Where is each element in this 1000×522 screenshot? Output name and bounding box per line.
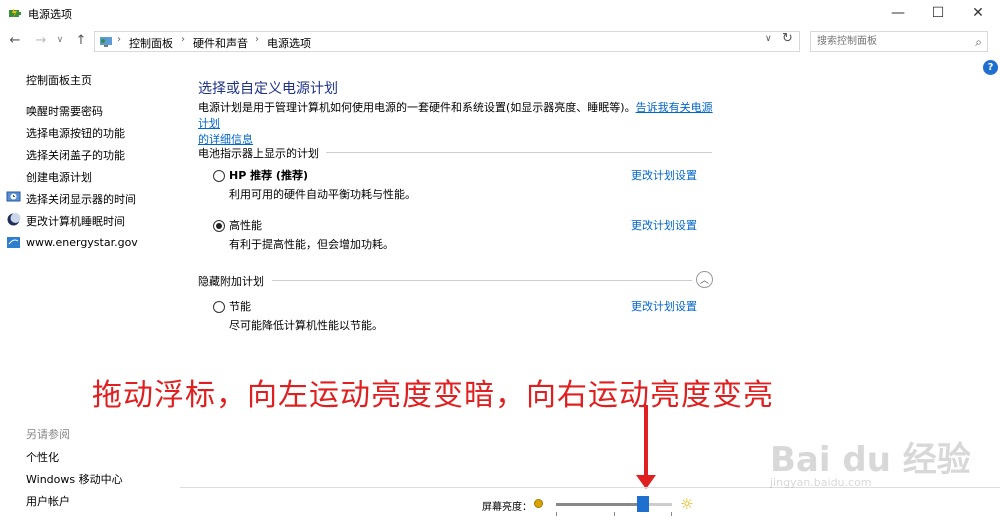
watermark-url: jingyan.baidu.com: [770, 476, 872, 489]
breadcrumb-hardware-sound[interactable]: 硬件和声音: [193, 35, 248, 51]
plan-name-power-saver: 节能: [229, 300, 251, 313]
chevron-down-icon[interactable]: ∨: [765, 34, 772, 44]
search-input[interactable]: [817, 34, 967, 49]
plan-radio-power-saver[interactable]: [213, 301, 225, 313]
address-bar[interactable]: › 控制面板 › 硬件和声音 › 电源选项 ∨: [94, 31, 800, 52]
dim-brightness-icon: [534, 499, 543, 508]
red-arrow-icon: [644, 405, 648, 483]
breadcrumb-separator: ›: [117, 34, 121, 45]
window-title: 电源选项: [28, 8, 72, 21]
breadcrumb-separator: ›: [181, 34, 185, 45]
nav-sleep-time[interactable]: 更改计算机睡眠时间: [26, 213, 125, 229]
section-hidden-plans: 隐藏附加计划: [198, 275, 264, 288]
plan-radio-high-performance[interactable]: [213, 220, 225, 232]
chevron-up-icon[interactable]: ︿: [696, 271, 713, 288]
close-button[interactable]: ✕: [961, 0, 995, 26]
bright-sun-icon: ☼: [680, 495, 694, 513]
energy-star-icon: [7, 237, 20, 248]
brightness-slider-thumb[interactable]: [637, 496, 649, 512]
plan-name-hp-recommended: HP 推荐 (推荐): [229, 169, 308, 182]
nav-control-panel-home[interactable]: 控制面板主页: [26, 72, 92, 88]
nav-lid-close-function[interactable]: 选择关闭盖子的功能: [26, 147, 125, 163]
section-battery-meter-plans: 电池指示器上显示的计划: [198, 147, 319, 160]
plan-desc-hp-recommended: 利用可用的硬件自动平衡功耗与性能。: [229, 188, 416, 201]
page-description: 电源计划是用于管理计算机如何使用电源的一套硬件和系统设置(如显示器亮度、睡眠等)…: [198, 100, 718, 148]
recent-locations-icon[interactable]: ∨: [54, 31, 66, 49]
search-icon[interactable]: ⌕: [975, 35, 982, 50]
change-plan-settings-link[interactable]: 更改计划设置: [631, 167, 697, 183]
nav-create-power-plan[interactable]: 创建电源计划: [26, 169, 92, 185]
see-also-heading: 另请参阅: [26, 428, 70, 441]
watermark-logo-text: Bai du 经验: [770, 440, 971, 480]
maximize-button[interactable]: ☐: [921, 0, 955, 26]
section-divider: [272, 280, 692, 281]
see-also-user-accounts[interactable]: 用户帐户: [26, 493, 70, 509]
plan-desc-high-performance: 有利于提高性能，但会增加功耗。: [229, 238, 394, 251]
change-plan-settings-link[interactable]: 更改计划设置: [631, 217, 697, 233]
nav-power-button-function[interactable]: 选择电源按钮的功能: [26, 125, 125, 141]
display-timer-icon: [6, 191, 21, 202]
breadcrumb-separator: ›: [255, 34, 259, 45]
see-also-mobility-center[interactable]: Windows 移动中心: [26, 471, 123, 487]
up-arrow-icon[interactable]: ↑: [72, 31, 90, 49]
change-plan-settings-link[interactable]: 更改计划设置: [631, 298, 697, 314]
nav-display-off-time[interactable]: 选择关闭显示器的时间: [26, 191, 136, 207]
control-panel-icon: [100, 37, 112, 47]
description-text: 电源计划是用于管理计算机如何使用电源的一套硬件和系统设置(如显示器亮度、睡眠等)…: [198, 101, 636, 114]
plan-name-high-performance: 高性能: [229, 219, 262, 232]
breadcrumb-power-options[interactable]: 电源选项: [267, 35, 311, 51]
brightness-slider-ticks: [556, 512, 672, 516]
title-bar: 电源选项 — ☐ ✕: [0, 0, 1000, 26]
minimize-button[interactable]: —: [881, 0, 915, 26]
breadcrumb-control-panel[interactable]: 控制面板: [129, 35, 173, 51]
brightness-slider-track[interactable]: [556, 503, 672, 506]
section-divider: [326, 152, 712, 153]
forward-arrow-icon[interactable]: →: [32, 31, 50, 49]
power-options-icon: [9, 8, 21, 18]
plan-radio-hp-recommended[interactable]: [213, 170, 225, 182]
sleep-moon-icon: [7, 213, 21, 226]
nav-energystar-link[interactable]: www.energystar.gov: [26, 236, 138, 249]
refresh-icon[interactable]: ↻: [782, 31, 798, 47]
see-also-personalization[interactable]: 个性化: [26, 449, 59, 465]
search-box[interactable]: ⌕: [810, 31, 988, 52]
help-icon[interactable]: ?: [983, 60, 998, 75]
plan-desc-power-saver: 尽可能降低计算机性能以节能。: [229, 319, 383, 332]
instruction-annotation: 拖动浮标，向左运动亮度变暗，向右运动亮度变亮: [92, 378, 774, 413]
left-nav-pane: 控制面板主页 唤醒时需要密码 选择电源按钮的功能 选择关闭盖子的功能 创建电源计…: [0, 60, 180, 520]
brightness-label: 屏幕亮度：: [482, 502, 532, 513]
baidu-jingyan-watermark: Bai du 经验 jingyan.baidu.com: [770, 432, 971, 502]
page-title: 选择或自定义电源计划: [198, 81, 338, 97]
nav-require-password[interactable]: 唤醒时需要密码: [26, 103, 103, 119]
back-arrow-icon[interactable]: ←: [6, 31, 24, 49]
brightness-slider-fill: [556, 503, 643, 506]
